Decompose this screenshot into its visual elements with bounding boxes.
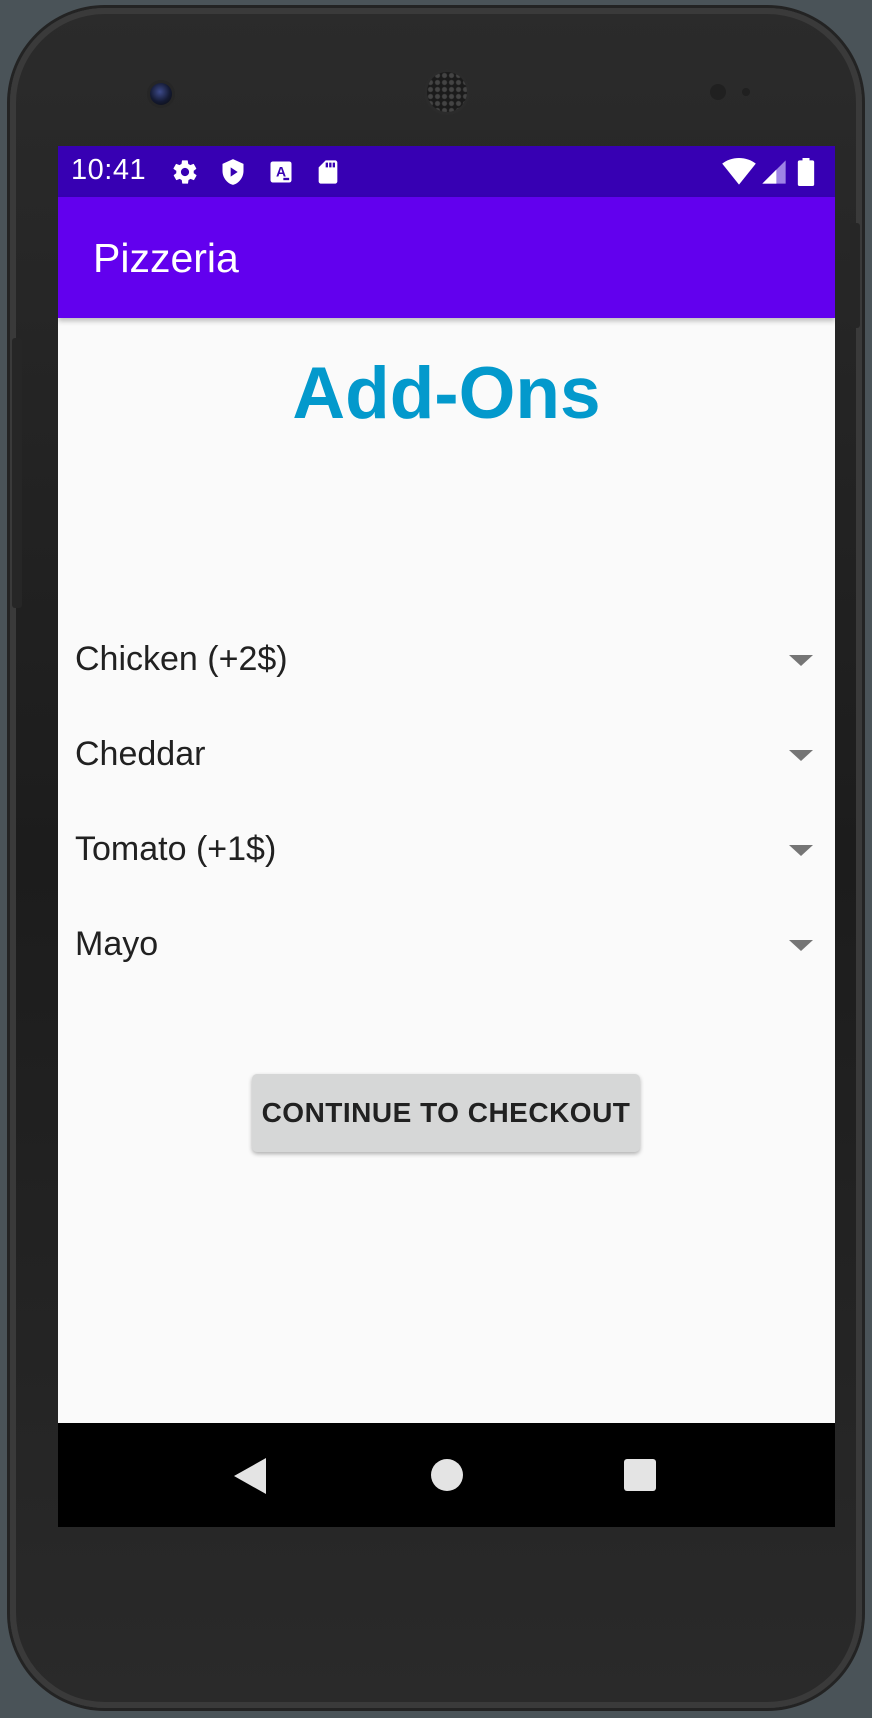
- home-icon[interactable]: [431, 1459, 463, 1491]
- phone-frame: 10:41 A Pizzeria Add-Ons Chicken (+2$) C…: [10, 8, 862, 1708]
- status-bar: 10:41 A: [58, 146, 835, 197]
- dropdown-arrow-icon: [789, 750, 813, 761]
- app-bar: Pizzeria: [58, 197, 835, 318]
- continue-to-checkout-button[interactable]: CONTINUE TO CHECKOUT: [252, 1074, 640, 1152]
- dropdown-arrow-icon: [789, 940, 813, 951]
- spinner-label: Mayo: [75, 925, 159, 963]
- power-button: [850, 223, 860, 328]
- front-camera: [150, 83, 172, 105]
- sd-card-icon: [318, 160, 338, 184]
- spinner-mayo[interactable]: Mayo: [75, 915, 835, 975]
- back-icon[interactable]: [234, 1458, 266, 1494]
- light-sensor: [742, 88, 750, 96]
- a-badge-icon: A: [270, 161, 292, 183]
- spinner-chicken[interactable]: Chicken (+2$): [75, 630, 835, 690]
- gear-icon: [173, 160, 197, 184]
- battery-icon: [797, 158, 815, 186]
- spinner-label: Cheddar: [75, 735, 206, 773]
- proximity-sensor: [710, 84, 726, 100]
- spinner-label: Chicken (+2$): [75, 640, 288, 678]
- page-heading: Add-Ons: [292, 353, 601, 434]
- dropdown-arrow-icon: [789, 845, 813, 856]
- shield-play-icon: [222, 159, 244, 185]
- navigation-bar: [58, 1423, 835, 1527]
- status-time: 10:41: [71, 154, 147, 186]
- spinner-cheddar[interactable]: Cheddar: [75, 725, 835, 785]
- earpiece-speaker: [427, 72, 467, 112]
- app-title: Pizzeria: [93, 235, 239, 281]
- spinner-tomato[interactable]: Tomato (+1$): [75, 820, 835, 880]
- wifi-icon: [722, 158, 756, 185]
- screen: 10:41 A Pizzeria Add-Ons Chicken (+2$) C…: [58, 146, 835, 1527]
- cell-signal-icon: [762, 160, 786, 184]
- dropdown-arrow-icon: [789, 655, 813, 666]
- spinner-label: Tomato (+1$): [75, 830, 277, 868]
- volume-button: [12, 338, 22, 608]
- recents-icon[interactable]: [624, 1459, 656, 1491]
- svg-text:A: A: [276, 164, 286, 180]
